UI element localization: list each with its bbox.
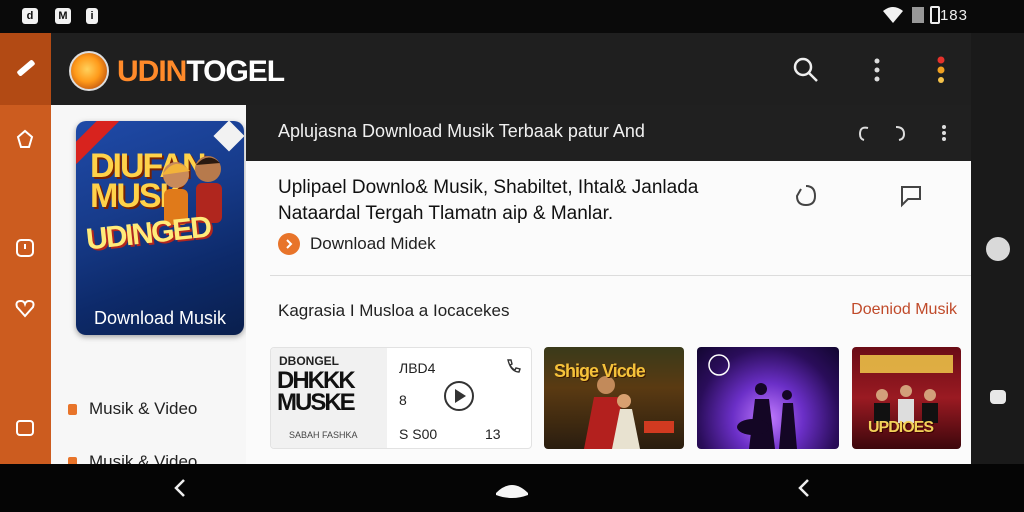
logo-prefix: UDIN [117, 55, 187, 88]
scroll-indicator[interactable] [990, 390, 1006, 404]
rail-home[interactable] [0, 33, 51, 105]
share-icon [795, 185, 817, 207]
category-label: Musik & Video [89, 399, 198, 418]
card-text: 13 [485, 426, 501, 442]
more-vert-icon [942, 125, 946, 141]
more-options-button[interactable] [862, 55, 892, 85]
notification-icon: d [22, 8, 38, 24]
featured-cover[interactable]: DIUFAN MUSK UDINGED Download Musik [76, 121, 244, 335]
alert-icon [16, 239, 34, 257]
bullet-icon [68, 403, 77, 415]
media-card[interactable]: UPDIOES [852, 347, 961, 449]
play-button[interactable] [443, 380, 475, 417]
download-button[interactable]: Download Midek [278, 233, 436, 255]
app-logo-icon [69, 51, 109, 91]
back-button[interactable] [170, 476, 190, 500]
colored-dots-icon [937, 56, 945, 83]
card-text: S S00 [399, 426, 438, 442]
top-app-bar: UDINTOGEL [51, 33, 971, 105]
navigation-rail [0, 33, 51, 464]
rail-item-settings[interactable] [13, 416, 37, 440]
home-button[interactable] [494, 476, 530, 500]
notification-icon: i [86, 8, 98, 24]
map-icon [16, 129, 34, 148]
profile-menu-button[interactable] [926, 55, 956, 85]
subheader-bar: Aplujasna Download Musik Terbaak patur A… [246, 105, 971, 161]
left-panel: DIUFAN MUSK UDINGED Download Musik Musik… [51, 105, 246, 464]
comment-button[interactable] [896, 181, 926, 211]
pencil-icon [13, 54, 39, 85]
share-button[interactable] [791, 181, 821, 211]
category-item[interactable]: Musik & Video [68, 452, 197, 464]
card-title: UPDIOES [868, 419, 934, 436]
section-see-all-link[interactable]: Doeniod Musik [851, 301, 957, 319]
play-icon [444, 381, 474, 411]
home-pill-icon [496, 485, 528, 498]
status-bar: d M i 183 [0, 0, 1024, 33]
chevron-right-icon [278, 233, 300, 255]
subheader-title: Aplujasna Download Musik Terbaak patur A… [278, 121, 645, 141]
download-button-label: Download Midek [310, 234, 436, 253]
back-arrow-icon [174, 479, 185, 497]
category-label: Musik & Video [89, 452, 198, 464]
card-text: 8 [399, 392, 407, 408]
card-thumbnail: DBONGEL DHKKK MUSKE SABAH FASHKA [271, 348, 387, 448]
refresh-icon [858, 126, 869, 141]
cover-art-subtitle: UDINGED [84, 210, 212, 257]
comment-icon [901, 186, 921, 208]
subheader-more-button[interactable] [932, 121, 956, 145]
recents-button[interactable] [794, 476, 814, 500]
chevron-left-icon [798, 479, 809, 497]
signal-icon [912, 7, 924, 23]
wifi-icon [882, 6, 904, 29]
battery-icon [930, 6, 940, 24]
more-vert-icon [874, 58, 880, 82]
rail-item-info[interactable] [13, 236, 37, 260]
cover-label: Download Musik [93, 308, 227, 328]
phone-icon [505, 358, 521, 379]
system-nav-bar [0, 464, 1024, 512]
media-card[interactable]: DBONGEL DHKKK MUSKE SABAH FASHKA ЛBD4 8 … [270, 347, 532, 449]
refresh-button[interactable] [852, 121, 876, 145]
card-art-title: DHKKK MUSKE [277, 367, 356, 416]
search-button[interactable] [791, 55, 821, 85]
heart-icon [15, 299, 35, 318]
card-text: ЛBD4 [399, 360, 436, 376]
card-art-caption: SABAH FASHKA [289, 430, 358, 440]
headline-text: Uplipael Downlo& Musik, Shabiltet, Ihtal… [278, 177, 699, 224]
search-icon [793, 57, 818, 82]
scroll-handle[interactable] [986, 237, 1010, 261]
rail-item-explore[interactable] [13, 127, 37, 151]
category-item[interactable]: Musik & Video [68, 399, 197, 419]
square-icon [16, 420, 34, 436]
main-content: Uplipael Downlo& Musik, Shabiltet, Ihtal… [246, 161, 971, 464]
divider [270, 275, 971, 276]
sync-icon [895, 126, 906, 141]
card-illustration [708, 354, 797, 449]
card-art-label: DBONGEL [279, 354, 339, 368]
app-logo-text: UDINTOGEL [117, 55, 285, 89]
rail-item-favorites[interactable] [13, 296, 37, 320]
app-window: UDINTOGEL DIUFAN MUSK UDINGED Download M… [51, 33, 971, 464]
notification-icon: M [55, 8, 71, 24]
sync-button[interactable] [888, 121, 912, 145]
section-title: Kagrasia I Musloa a Iocacekes [278, 301, 510, 320]
logo-suffix: TOGEL [186, 55, 285, 88]
media-card[interactable]: Shige Vicde [544, 347, 684, 449]
media-card[interactable] [697, 347, 839, 449]
card-title: Shige Vicde [554, 361, 646, 381]
bullet-icon [68, 456, 77, 464]
clock: 183 [939, 7, 968, 24]
